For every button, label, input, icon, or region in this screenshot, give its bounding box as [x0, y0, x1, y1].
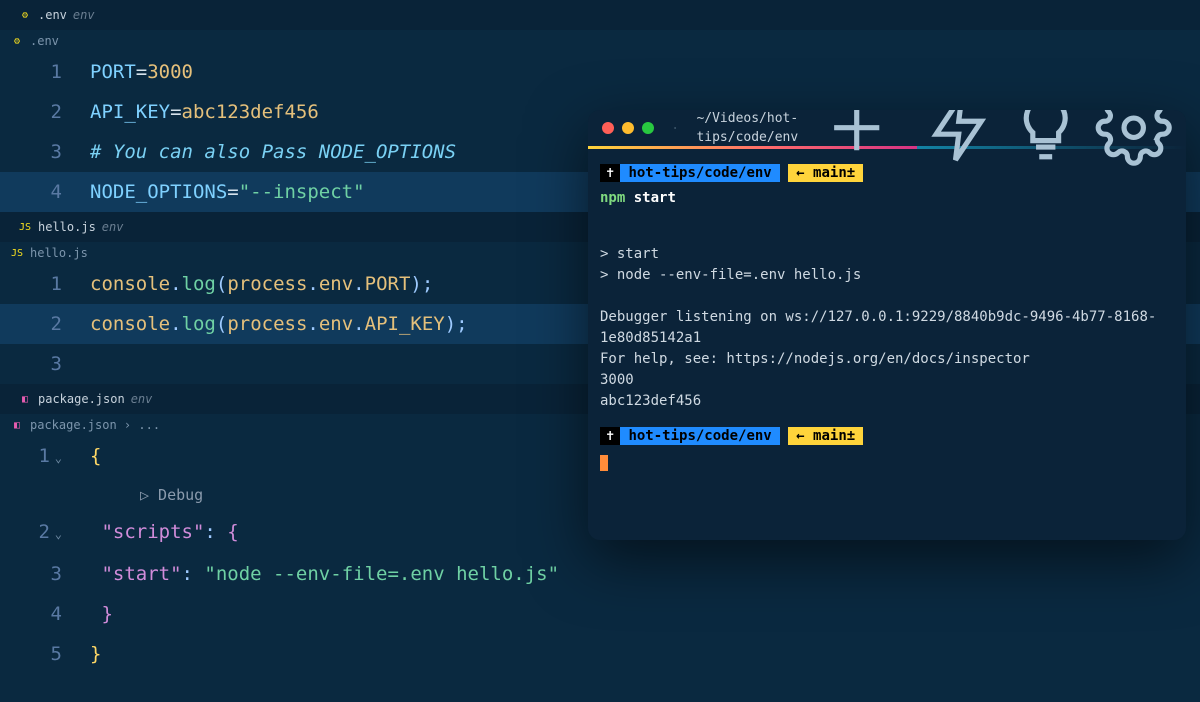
tab-env[interactable]: ⚙ .env env: [8, 0, 105, 30]
terminal-cursor-line[interactable]: [600, 453, 1174, 474]
prompt-line-2: ✝hot-tips/code/env ← main±: [600, 426, 1174, 447]
lightbulb-icon[interactable]: [1007, 110, 1084, 167]
tab-hello[interactable]: JS hello.js env: [8, 212, 133, 242]
tab-package-dir: env: [131, 392, 153, 406]
cmd-arg: start: [634, 190, 676, 206]
cursor-icon: [600, 455, 608, 471]
tab-package[interactable]: ◧ package.json env: [8, 384, 162, 414]
fold-chevron-icon[interactable]: ⌄: [50, 438, 62, 478]
env-file-icon: ⚙: [18, 8, 32, 22]
terminal-path: ~/Videos/hot-tips/code/env: [696, 110, 798, 148]
terminal-output-line: Debugger listening on ws://127.0.0.1:922…: [600, 307, 1174, 349]
traffic-lights[interactable]: [602, 122, 654, 134]
close-window-icon[interactable]: [602, 122, 614, 134]
code-line[interactable]: 1PORT=3000: [0, 52, 1200, 92]
command-line: npm start: [600, 188, 1174, 209]
line-number: 3: [0, 132, 90, 172]
line-number: 2: [0, 304, 90, 344]
tabbar-env: ⚙ .env env: [0, 0, 1200, 30]
prompt-branch: ← main±: [788, 164, 863, 182]
new-tab-icon[interactable]: [818, 110, 895, 167]
tab-env-dir: env: [73, 8, 95, 22]
line-number: 1: [0, 52, 90, 92]
line-number: 3: [0, 344, 90, 384]
tab-package-name: package.json: [38, 392, 125, 406]
terminal-output: > start> node --env-file=.env hello.js D…: [600, 223, 1174, 412]
line-number: 3: [0, 554, 90, 594]
line-number: 2⌄: [0, 512, 90, 554]
breadcrumb-hello-text: hello.js: [30, 246, 88, 260]
cmd-bin: npm: [600, 190, 625, 206]
env-file-icon: ⚙: [10, 34, 24, 48]
line-number: 1⌄: [0, 436, 90, 478]
js-file-icon: JS: [18, 220, 32, 234]
tab-hello-dir: env: [102, 220, 124, 234]
code-line[interactable]: 5}: [0, 634, 1200, 674]
json-file-icon: ◧: [18, 392, 32, 406]
terminal-titlebar[interactable]: ~/Videos/hot-tips/code/env: [588, 110, 1186, 146]
terminal-body[interactable]: ✝hot-tips/code/env ← main± npm start > s…: [588, 149, 1186, 488]
minimize-window-icon[interactable]: [622, 122, 634, 134]
breadcrumb-env-text: .env: [30, 34, 59, 48]
split-pane-icon[interactable]: [674, 119, 676, 137]
terminal-window: ~/Videos/hot-tips/code/env ✝hot-tips/cod…: [588, 110, 1186, 540]
bolt-icon[interactable]: [920, 110, 997, 167]
line-number: 5: [0, 634, 90, 674]
line-number: 4: [0, 594, 90, 634]
line-number: 4: [0, 172, 90, 212]
terminal-output-line: [600, 223, 1174, 244]
prompt-cwd: hot-tips/code/env: [620, 427, 779, 445]
terminal-output-line: abc123def456: [600, 391, 1174, 412]
fold-chevron-icon[interactable]: ⌄: [50, 514, 62, 554]
prompt-icon: ✝: [600, 164, 620, 182]
terminal-output-line: For help, see: https://nodejs.org/en/doc…: [600, 349, 1174, 370]
code-line[interactable]: 3 "start": "node --env-file=.env hello.j…: [0, 554, 1200, 594]
terminal-output-line: [600, 286, 1174, 307]
code-line[interactable]: 4 }: [0, 594, 1200, 634]
breadcrumb-package-text: package.json › ...: [30, 418, 160, 432]
line-number: 1: [0, 264, 90, 304]
line-number: 2: [0, 92, 90, 132]
prompt-cwd: hot-tips/code/env: [620, 164, 779, 182]
terminal-output-line: 3000: [600, 370, 1174, 391]
gear-icon[interactable]: [1095, 110, 1172, 167]
prompt-branch: ← main±: [788, 427, 863, 445]
terminal-output-line: > node --env-file=.env hello.js: [600, 265, 1174, 286]
js-file-icon: JS: [10, 246, 24, 260]
tab-hello-name: hello.js: [38, 220, 96, 234]
terminal-output-line: > start: [600, 244, 1174, 265]
breadcrumb-env[interactable]: ⚙ .env: [0, 30, 1200, 52]
maximize-window-icon[interactable]: [642, 122, 654, 134]
tab-env-name: .env: [38, 8, 67, 22]
json-file-icon: ◧: [10, 418, 24, 432]
prompt-icon: ✝: [600, 427, 620, 445]
